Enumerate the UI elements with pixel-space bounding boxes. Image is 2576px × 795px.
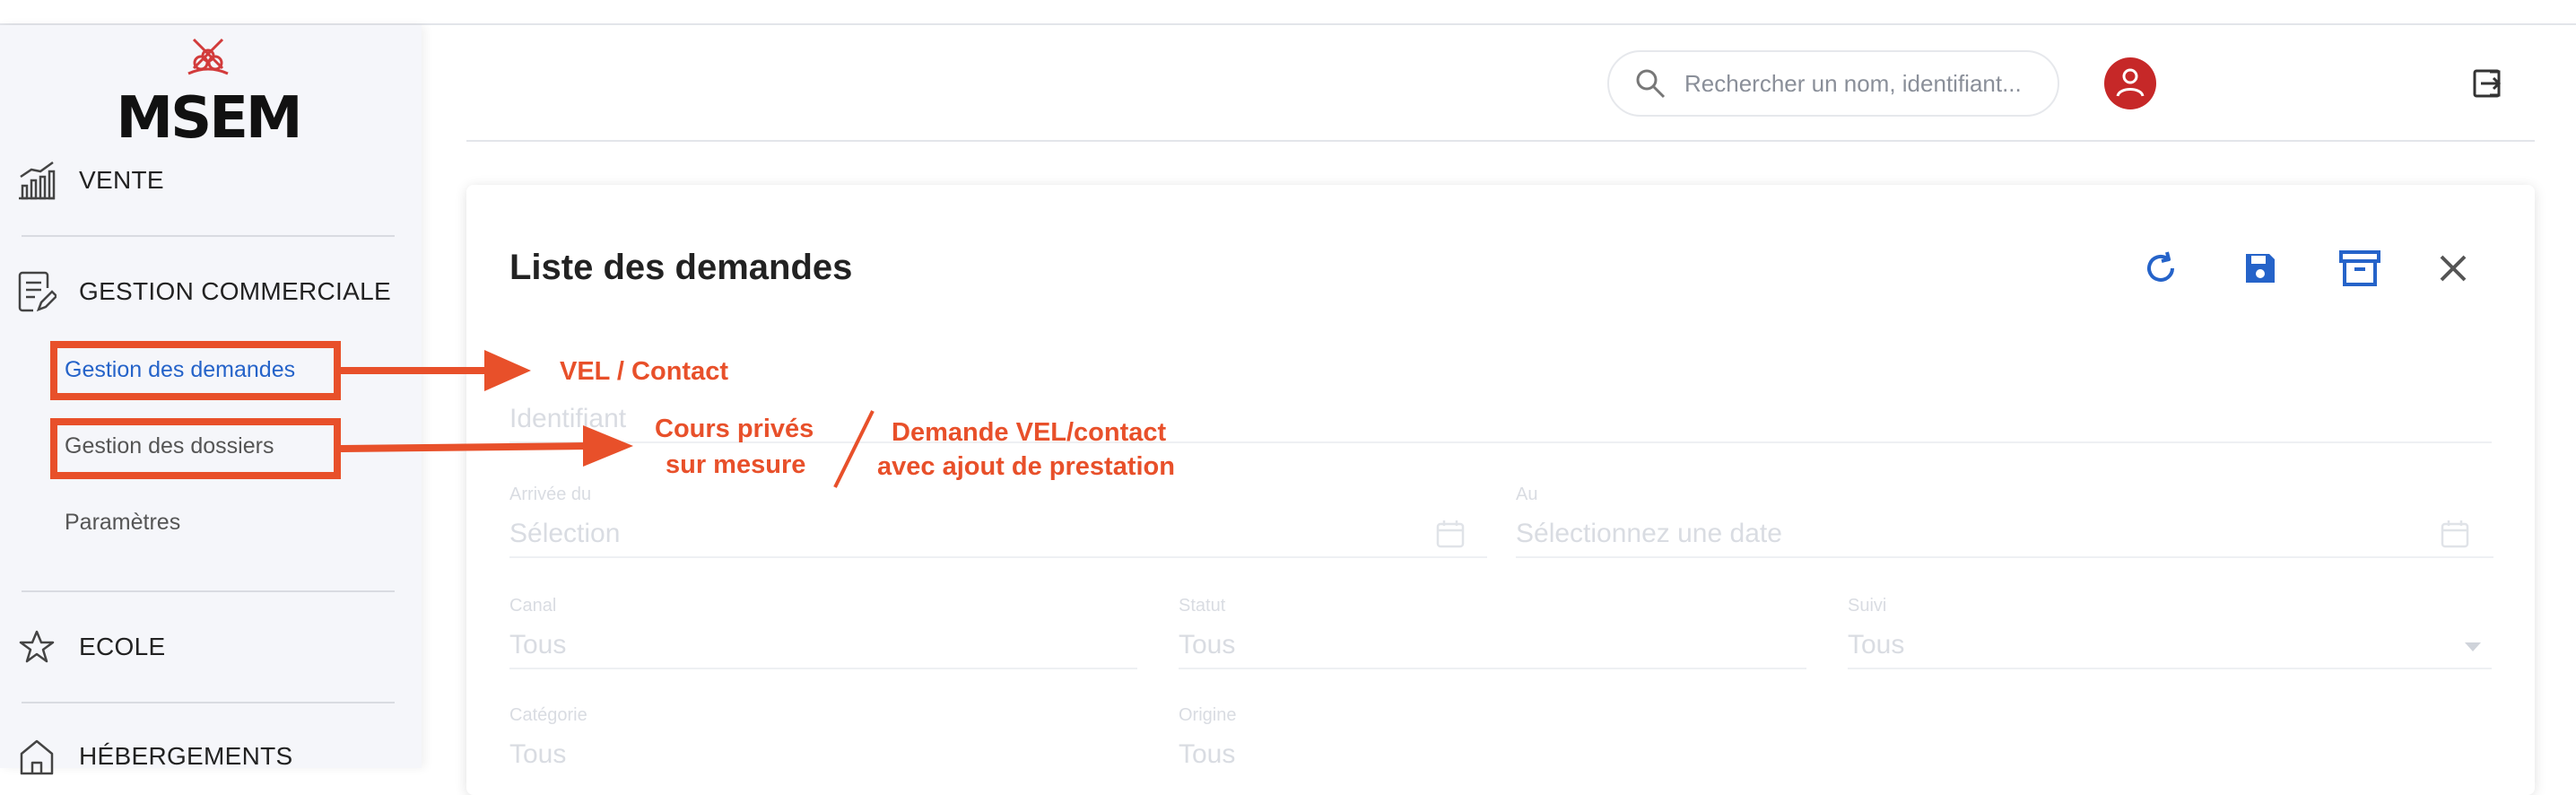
- annotation-arrows: [340, 350, 875, 488]
- annotation-cours-line2: sur mesure: [666, 450, 806, 479]
- annotation-demande-line1: Demande VEL/contact: [892, 418, 1167, 447]
- annotation-demande-line2: avec ajout de prestation: [877, 452, 1175, 481]
- annotation-vel-contact: VEL / Contact: [560, 357, 728, 386]
- annotation-cours-line1: Cours privés: [655, 415, 814, 443]
